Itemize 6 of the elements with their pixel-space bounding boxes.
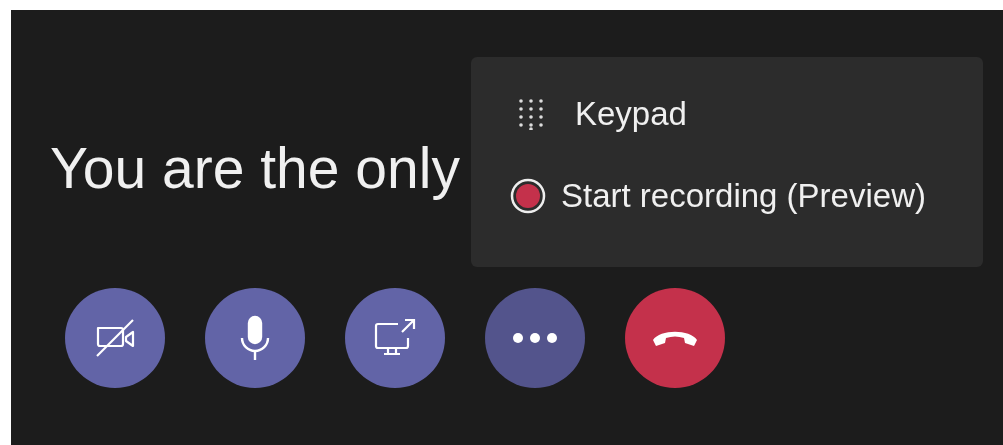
record-icon [509, 177, 547, 215]
more-icon [512, 332, 558, 344]
menu-item[interactable]: Start recording (Preview) [509, 177, 983, 215]
menu-item[interactable]: Keypad [517, 95, 983, 133]
status-message: You are the only [50, 138, 460, 198]
keypad-icon [517, 98, 545, 130]
